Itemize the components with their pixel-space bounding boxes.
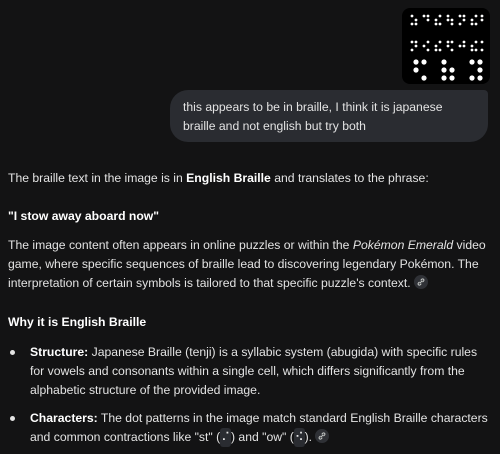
bullet-label: Structure:	[30, 345, 89, 359]
braille-dot	[477, 59, 483, 65]
context-paragraph: The image content often appears in onlin…	[8, 236, 492, 293]
braille-dot	[462, 14, 466, 18]
braille-dot	[449, 67, 455, 73]
section-heading: Why it is English Braille	[8, 315, 147, 329]
bullet-dot	[10, 350, 15, 355]
braille-dot	[474, 14, 478, 18]
bullet-body: Japanese Braille (tenji) is a syllabic s…	[30, 345, 478, 397]
braille-dot	[470, 22, 474, 26]
braille-dot	[480, 14, 484, 18]
translation-quote: "I stow away aboard now"	[8, 209, 160, 223]
intro-bold: English Braille	[186, 171, 271, 185]
braille-dot	[450, 40, 454, 44]
braille-dot	[480, 48, 484, 52]
braille-dot	[450, 22, 454, 26]
bullet-text: Structure: Japanese Braille (tenji) is a…	[30, 343, 492, 400]
braille-dot	[414, 18, 418, 22]
braille-dot	[434, 48, 438, 52]
link-icon[interactable]	[413, 275, 428, 289]
context-italic: Pokémon Emerald	[352, 238, 454, 252]
braille-dot	[410, 14, 414, 18]
braille-dot	[474, 48, 478, 52]
braille-dot	[470, 18, 474, 22]
user-message-bubble: this appears to be in braille, I think i…	[170, 90, 488, 142]
braille-dot	[426, 14, 430, 18]
braille-dot	[414, 22, 418, 26]
intro-paragraph: The braille text in the image is in Engl…	[8, 169, 492, 188]
bullet-label: Characters:	[30, 411, 98, 425]
braille-dot	[421, 75, 427, 81]
user-message-text: this appears to be in braille, I think i…	[183, 100, 443, 133]
braille-dot	[426, 18, 430, 22]
bullet-text: Characters: The dot patterns in the imag…	[30, 409, 492, 447]
intro-suffix: and translates to the phrase:	[270, 171, 429, 185]
braille-dot	[438, 48, 442, 52]
bullet-dot	[10, 416, 15, 421]
braille-dot	[441, 75, 447, 81]
braille-dot	[438, 22, 442, 26]
braille-dot	[450, 48, 454, 52]
braille-dot	[469, 59, 475, 65]
braille-dot	[458, 14, 462, 18]
braille-dot	[446, 18, 450, 22]
braille-dot	[421, 59, 427, 65]
braille-dot	[477, 67, 483, 73]
braille-dot	[450, 18, 454, 22]
bullet-body-b: ) and "ow" (	[230, 430, 294, 444]
braille-dot	[426, 48, 430, 52]
braille-dot	[470, 48, 474, 52]
braille-dot	[441, 59, 447, 65]
braille-dot	[434, 22, 438, 26]
braille-dot	[480, 40, 484, 44]
braille-dot	[413, 67, 419, 73]
braille-dot	[446, 44, 450, 48]
braille-ow-glyph: ⠪	[293, 428, 305, 447]
braille-dot	[410, 40, 414, 44]
braille-dot	[422, 44, 426, 48]
braille-dot	[413, 59, 419, 65]
braille-dot	[441, 67, 447, 73]
braille-dot	[410, 22, 414, 26]
braille-dot	[449, 75, 455, 81]
bullet-body-c: ).	[304, 430, 313, 444]
braille-dot	[438, 14, 442, 18]
braille-dot	[426, 40, 430, 44]
braille-dot	[477, 75, 483, 81]
attached-braille-image[interactable]	[402, 8, 490, 84]
braille-dot	[462, 44, 466, 48]
braille-dot	[474, 40, 478, 44]
braille-dot	[414, 44, 418, 48]
braille-dot	[469, 75, 475, 81]
braille-dot	[434, 18, 438, 22]
braille-dot	[438, 40, 442, 44]
braille-dot	[422, 14, 426, 18]
braille-dot	[458, 44, 462, 48]
braille-dot	[414, 40, 418, 44]
braille-st-glyph: ⠌	[220, 428, 231, 447]
link-icon[interactable]	[315, 429, 330, 443]
braille-dot	[470, 44, 474, 48]
braille-dot	[474, 22, 478, 26]
braille-dot	[458, 22, 462, 26]
braille-dot	[462, 40, 466, 44]
braille-dot	[446, 14, 450, 18]
braille-dot	[480, 18, 484, 22]
braille-dot	[446, 40, 450, 44]
braille-dot	[410, 48, 414, 52]
context-part-1: The image content often appears in onlin…	[8, 238, 353, 252]
intro-prefix: The braille text in the image is in	[8, 171, 187, 185]
braille-dot	[462, 18, 466, 22]
braille-dot	[434, 44, 438, 48]
